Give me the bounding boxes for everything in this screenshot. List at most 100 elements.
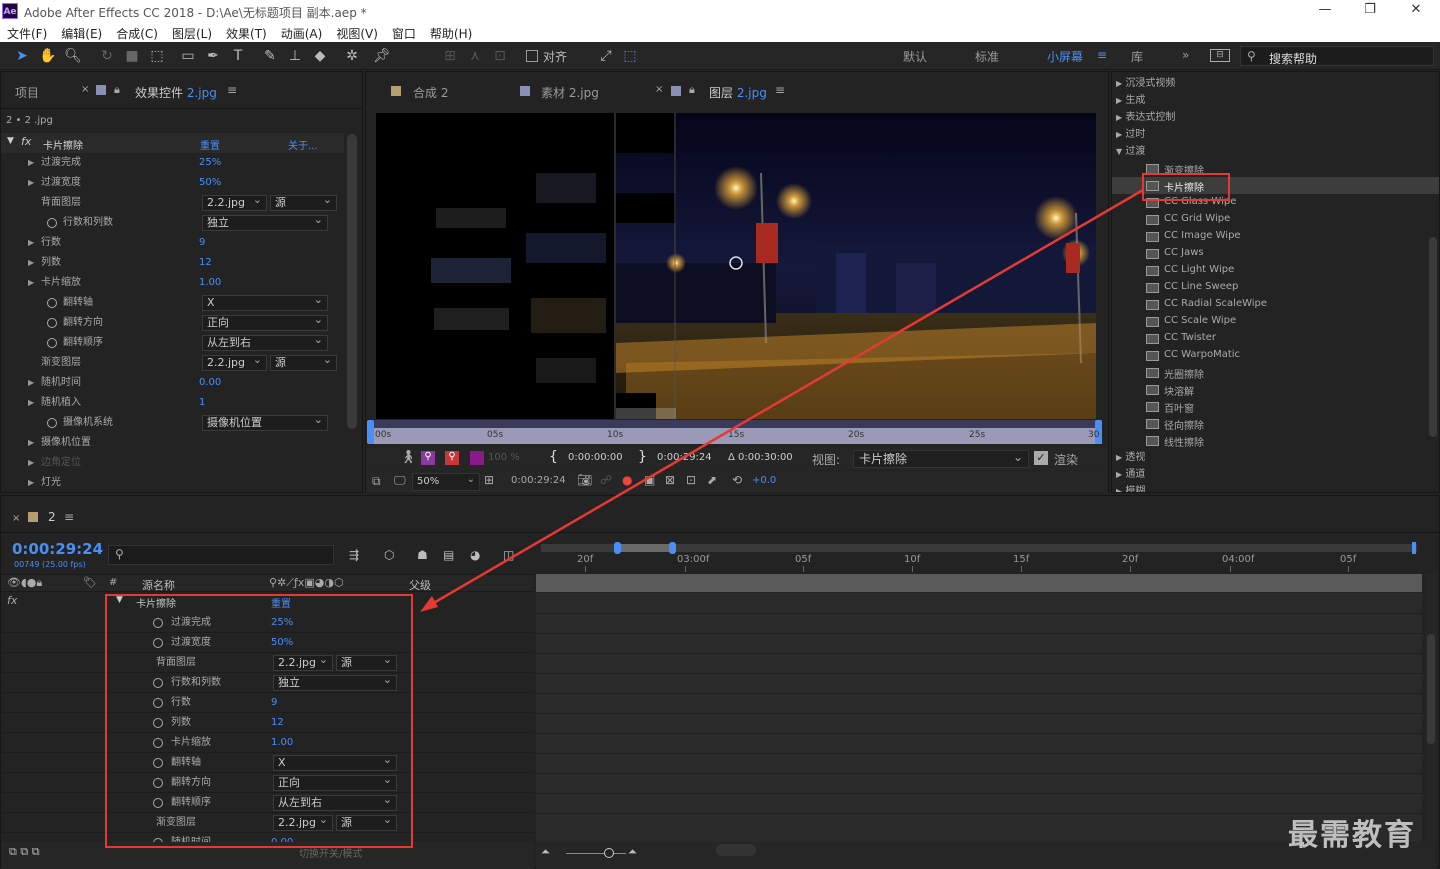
horizontal-scroll-thumb[interactable]: [716, 844, 756, 856]
minimize-button[interactable]: —: [1305, 2, 1345, 20]
hand-tool-icon[interactable]: ✋: [38, 46, 58, 66]
expand-effect-icon[interactable]: ▼: [7, 136, 14, 146]
source-dropdown[interactable]: 源: [336, 813, 397, 831]
menu-composition[interactable]: 合成(C): [109, 22, 165, 42]
snap-checkbox[interactable]: [526, 50, 538, 62]
current-time-readout[interactable]: 0:00:29:24: [511, 475, 566, 486]
motion-path-icon[interactable]: 🚶︎: [400, 450, 417, 465]
zoom-in-icon[interactable]: ⏶: [628, 845, 637, 859]
layer-dropdown[interactable]: 2.2.jpg: [202, 193, 267, 211]
fit-icon[interactable]: ⊞: [484, 473, 494, 487]
property-dropdown[interactable]: 独立: [202, 213, 328, 231]
effect-category[interactable]: ▶ 过时: [1116, 126, 1145, 143]
stopwatch-icon[interactable]: [153, 798, 163, 808]
effect-item[interactable]: 渐变擦除: [1112, 160, 1439, 177]
pen-tool-icon[interactable]: ✒: [203, 46, 223, 66]
property-value[interactable]: 1.00: [199, 273, 221, 293]
expand-property-icon[interactable]: ▶: [28, 433, 34, 453]
menu-help[interactable]: 帮助(H): [423, 22, 479, 42]
lock-icon[interactable]: 🔒︎: [114, 83, 120, 97]
eraser-tool-icon[interactable]: ◆: [310, 46, 330, 66]
property-value[interactable]: 9: [199, 233, 205, 253]
help-search-box[interactable]: ⚲ 搜索帮助: [1240, 46, 1434, 66]
property-dropdown[interactable]: X: [202, 293, 328, 311]
property-dropdown[interactable]: 正向: [273, 773, 397, 791]
effect-property-row[interactable]: ▶ 随机植入 1: [1, 393, 341, 413]
workspace-default[interactable]: 默认: [903, 48, 927, 65]
timeline-property-row[interactable]: 过渡宽度 50%: [1, 633, 534, 653]
world-axis-icon[interactable]: ⋏: [465, 46, 485, 66]
effect-item[interactable]: CC Glass Wipe: [1112, 194, 1439, 211]
effect-property-row[interactable]: 渐变图层 2.2.jpg 源: [1, 353, 341, 373]
property-dropdown[interactable]: 正向: [202, 313, 328, 331]
property-value[interactable]: 12: [199, 253, 212, 273]
workspace-menu-icon[interactable]: ≡: [1097, 48, 1107, 62]
menu-window[interactable]: 窗口: [385, 22, 423, 42]
source-dropdown[interactable]: 源: [270, 193, 337, 211]
opacity-readout[interactable]: 100 %: [488, 452, 520, 463]
timeline-property-row[interactable]: 过渡完成 25%: [1, 613, 534, 633]
out-time[interactable]: 0:00:29:24: [657, 452, 712, 463]
in-point-marker[interactable]: [367, 420, 374, 444]
snapshot-icon[interactable]: 📷︎: [577, 473, 592, 487]
stopwatch-icon[interactable]: [153, 638, 163, 648]
av-features-icons[interactable]: 👁︎◖●🔒︎: [7, 576, 42, 590]
property-value[interactable]: 25%: [199, 153, 221, 173]
effect-item[interactable]: CC Grid Wipe: [1112, 211, 1439, 228]
property-value[interactable]: 25%: [271, 613, 293, 633]
work-area-track[interactable]: [536, 574, 1422, 592]
pan-behind-tool-icon[interactable]: ⬚: [147, 46, 167, 66]
effect-category[interactable]: ▶ 透视: [1116, 449, 1145, 466]
viewer-lock-icon[interactable]: 🔒︎: [689, 83, 695, 97]
stopwatch-icon[interactable]: [153, 758, 163, 768]
close-tab-icon[interactable]: ×: [81, 84, 89, 95]
transparency-grid-icon[interactable]: ⚲: [421, 451, 435, 465]
effect-item[interactable]: CC WarpoMatic: [1112, 347, 1439, 364]
render-checkbox[interactable]: ✓: [1034, 451, 1048, 465]
parent-header[interactable]: 父级: [409, 577, 431, 593]
work-area-bar[interactable]: [370, 420, 1102, 428]
effect-item[interactable]: 线性擦除: [1112, 432, 1439, 449]
timeline-property-row[interactable]: 渐变图层 2.2.jpg 源: [1, 813, 534, 833]
effect-property-row[interactable]: 翻转轴 X: [1, 293, 341, 313]
layer-dropdown[interactable]: 2.2.jpg: [202, 353, 267, 371]
effect-controls-scrollbar[interactable]: [347, 134, 357, 429]
more-workspaces-icon[interactable]: »: [1182, 48, 1189, 62]
selection-tool-icon[interactable]: ➤: [12, 46, 32, 66]
menu-effect[interactable]: 效果(T): [219, 22, 274, 42]
effect-property-row[interactable]: 摄像机系统 摄像机位置: [1, 413, 341, 433]
effect-category[interactable]: ▶ 通道: [1116, 466, 1145, 483]
stopwatch-icon[interactable]: [47, 318, 57, 328]
menu-layer[interactable]: 图层(L): [165, 22, 219, 42]
effect-category[interactable]: ▶ 沉浸式视频: [1116, 75, 1175, 92]
maximize-button[interactable]: ❐: [1350, 2, 1390, 20]
effects-scrollbar[interactable]: [1429, 237, 1437, 437]
property-dropdown[interactable]: 独立: [273, 673, 397, 691]
view-axis-icon[interactable]: ⊡: [490, 46, 510, 66]
effect-item[interactable]: 块溶解: [1112, 381, 1439, 398]
tab-layer[interactable]: 图层 2.jpg: [709, 84, 767, 101]
timeline-ruler[interactable]: 20f 03:00f 05f 10f 15f 20f 04:00f 05f: [1, 496, 1440, 576]
menu-edit[interactable]: 编辑(E): [54, 22, 109, 42]
set-out-point-icon[interactable]: }: [638, 449, 647, 465]
property-dropdown[interactable]: 从左到右: [273, 793, 397, 811]
reset-link[interactable]: 重置: [200, 137, 220, 152]
timeline-property-row[interactable]: 翻转顺序 从左到右: [1, 793, 534, 813]
region-of-interest-icon[interactable]: ⚲: [445, 451, 459, 465]
expand-property-icon[interactable]: ▶: [28, 253, 34, 273]
effect-property-row[interactable]: ▶ 灯光: [1, 473, 341, 493]
close-layer-tab-icon[interactable]: ×: [655, 84, 663, 95]
stopwatch-icon[interactable]: [153, 698, 163, 708]
effect-property-row[interactable]: ▶ 边角定位: [1, 453, 341, 473]
close-button[interactable]: ✕: [1396, 2, 1436, 20]
timeline-property-row[interactable]: 行数和列数 独立: [1, 673, 534, 693]
label-color-chip[interactable]: [470, 451, 484, 465]
menu-animation[interactable]: 动画(A): [274, 22, 330, 42]
effect-property-row[interactable]: ▶ 过渡宽度 50%: [1, 173, 341, 193]
zoom-slider[interactable]: [566, 853, 626, 854]
effect-property-row[interactable]: ▶ 列数 12: [1, 253, 341, 273]
zoom-dropdown[interactable]: 50% ⌄: [412, 473, 480, 491]
property-dropdown[interactable]: X: [273, 753, 397, 771]
timeline-property-row[interactable]: 列数 12: [1, 713, 534, 733]
clone-stamp-tool-icon[interactable]: ⊥: [285, 46, 305, 66]
